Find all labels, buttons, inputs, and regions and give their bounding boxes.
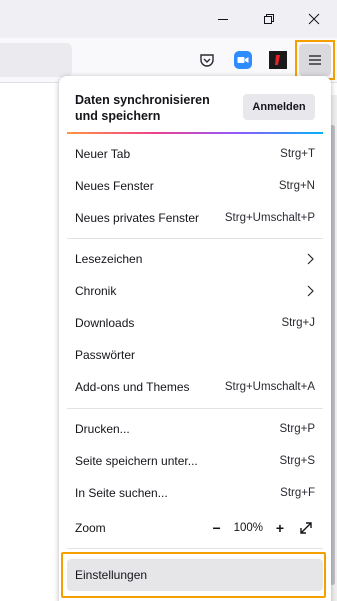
menu-item-label: Lesezeichen [75, 252, 143, 266]
hamburger-menu-button[interactable] [295, 40, 335, 80]
menu-item-shortcut: Strg+J [281, 317, 315, 329]
menu-item-shortcut: Strg+Umschalt+P [224, 212, 315, 224]
url-bar[interactable] [0, 43, 72, 77]
menu-item-shortcut: Strg+N [278, 180, 315, 192]
menu-item-label: Chronik [75, 284, 117, 298]
fullscreen-icon [300, 522, 312, 534]
zoom-label: Zoom [75, 521, 106, 535]
menu-item-passwords[interactable]: Passwörter [67, 340, 323, 370]
menu-item-history[interactable]: Chronik [67, 276, 323, 306]
signin-button[interactable]: Anmelden [243, 94, 315, 120]
restore-icon [264, 14, 274, 24]
menu-item-shortcut: Strg+T [280, 148, 315, 160]
minimize-icon [218, 19, 228, 20]
account-gradient-divider [67, 132, 323, 134]
font-extension-icon [269, 51, 287, 69]
menu-item-label: Neuer Tab [75, 147, 131, 161]
menu-item-bookmarks[interactable]: Lesezeichen [67, 244, 323, 274]
zoom-extension-button[interactable] [231, 48, 255, 72]
minimize-button[interactable] [200, 0, 246, 38]
menu-item-shortcut: Strg+P [279, 423, 315, 435]
title-bar [0, 0, 337, 38]
zoom-extension-icon [234, 51, 252, 69]
menu-item-label: Drucken... [75, 422, 130, 436]
chevron-right-icon [307, 285, 314, 297]
pocket-icon [200, 54, 214, 67]
menu-item-label: Add-ons und Themes [75, 380, 190, 394]
menu-item-label: In Seite suchen... [75, 486, 168, 500]
menu-item-find-in-page[interactable]: In Seite suchen... Strg+F [67, 478, 323, 508]
menu-separator [67, 238, 323, 239]
menu-item-shortcut: Strg+F [280, 487, 315, 499]
menu-separator [67, 548, 323, 549]
menu-item-label: Seite speichern unter... [75, 454, 198, 468]
menu-item-addons-themes[interactable]: Add-ons und Themes Strg+Umschalt+A [67, 372, 323, 402]
fullscreen-button[interactable] [297, 519, 315, 537]
menu-item-new-private-window[interactable]: Neues privates Fenster Strg+Umschalt+P [67, 203, 323, 233]
sync-prompt-text: Daten synchronisieren und speichern [75, 93, 210, 123]
menu-item-label: Passwörter [75, 348, 136, 362]
menu-item-label: Neues Fenster [75, 179, 154, 193]
menu-item-save-page[interactable]: Seite speichern unter... Strg+S [67, 446, 323, 476]
menu-item-downloads[interactable]: Downloads Strg+J [67, 308, 323, 338]
menu-item-label: Neues privates Fenster [75, 211, 200, 225]
menu-item-print[interactable]: Drucken... Strg+P [67, 414, 323, 444]
zoom-out-button[interactable]: − [208, 519, 226, 537]
close-button[interactable] [291, 0, 337, 38]
hamburger-menu-icon [309, 55, 321, 65]
menu-item-new-window[interactable]: Neues Fenster Strg+N [67, 171, 323, 201]
chevron-right-icon [307, 253, 314, 265]
settings-highlight-frame [61, 552, 326, 598]
zoom-in-button[interactable]: + [271, 519, 289, 537]
menu-item-shortcut: Strg+S [279, 455, 315, 467]
zoom-level-value[interactable]: 100% [234, 522, 263, 534]
restore-button[interactable] [246, 0, 292, 38]
pocket-button[interactable] [195, 48, 219, 72]
app-menu-panel: Daten synchronisieren und speichern Anme… [59, 76, 331, 601]
font-extension-button[interactable] [266, 48, 290, 72]
menu-item-shortcut: Strg+Umschalt+A [224, 381, 315, 393]
close-icon [308, 13, 320, 25]
menu-separator [67, 408, 323, 409]
menu-item-label: Downloads [75, 316, 135, 330]
menu-item-new-tab[interactable]: Neuer Tab Strg+T [67, 139, 323, 169]
menu-item-zoom: Zoom − 100% + [67, 513, 323, 543]
